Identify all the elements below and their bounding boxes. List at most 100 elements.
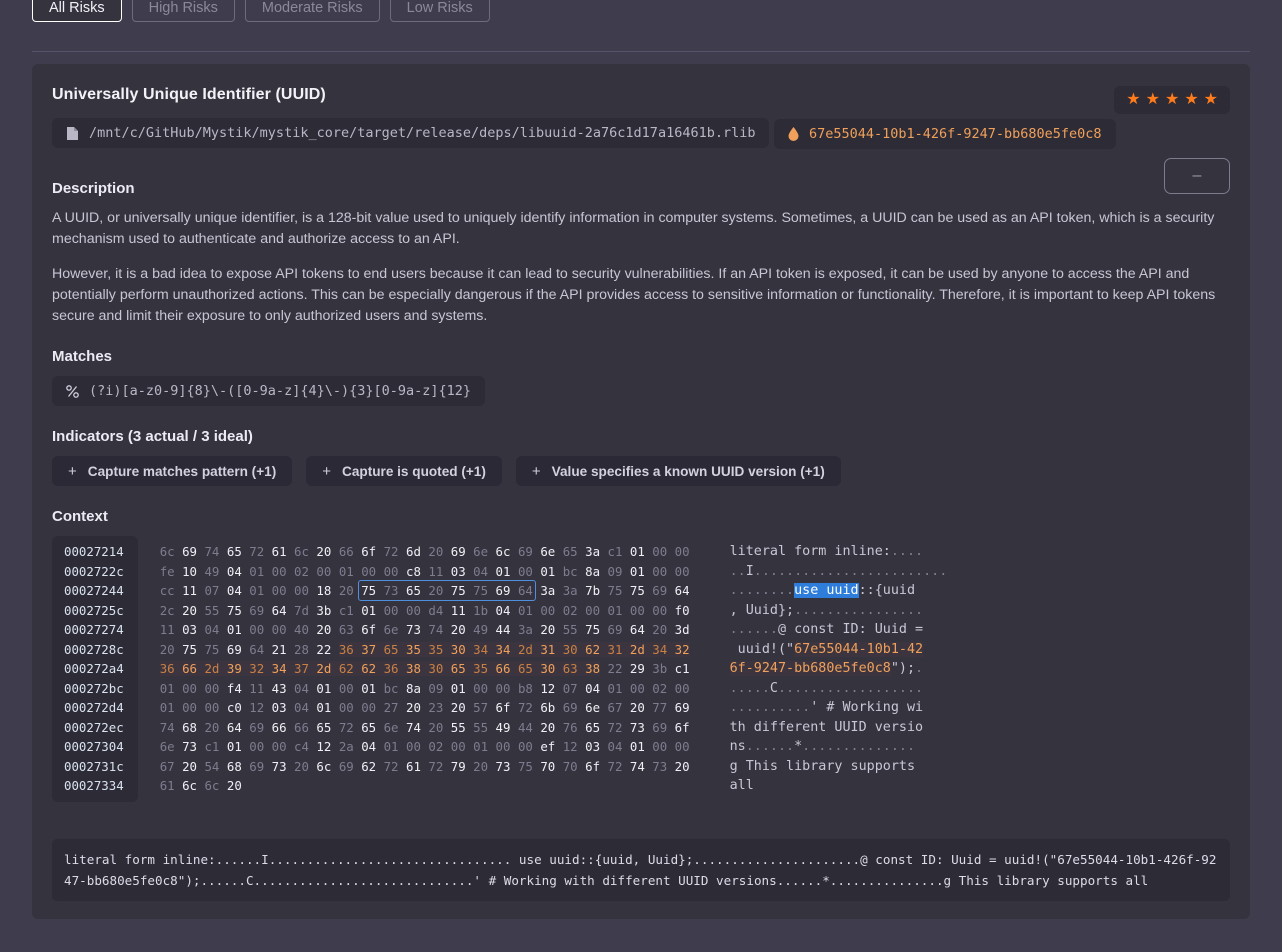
hex-byte: 72 <box>383 544 399 560</box>
hex-gap <box>510 641 518 657</box>
hex-gap <box>175 700 182 715</box>
hex-row: 11 03 04 01 00 00 40 20 63 6f 6e 73 74 2… <box>160 620 690 640</box>
hex-byte: bc <box>383 680 399 696</box>
hex-gap <box>219 622 226 637</box>
file-path-pill[interactable]: /mnt/c/GitHub/Mystik/mystik_core/target/… <box>52 118 770 148</box>
hex-gap <box>600 739 607 754</box>
hex-byte: 55 <box>562 622 578 638</box>
hex-byte: 65 <box>361 719 377 735</box>
hex-byte: 20 <box>540 622 556 638</box>
hex-byte: 62 <box>361 661 377 677</box>
hex-gap <box>578 739 585 754</box>
hex-byte: 00 <box>674 680 690 696</box>
hex-byte: 01 <box>159 680 175 696</box>
hex-byte: 01 <box>316 700 332 716</box>
hex-gap <box>555 622 562 637</box>
hex-gap <box>399 564 406 579</box>
hex-byte: 3d <box>674 622 690 638</box>
ascii-segment: @ const ID: Uuid = <box>777 622 924 638</box>
hex-gap <box>622 739 629 754</box>
hex-gap <box>287 720 294 735</box>
secret-value-pill[interactable]: 67e55044-10b1-426f-9247-bb680e5fe0c8 <box>773 118 1116 149</box>
minimize-button[interactable]: – <box>1164 158 1230 194</box>
hex-gap <box>488 661 496 677</box>
hex-byte: 69 <box>517 544 533 560</box>
hex-gap <box>264 739 271 754</box>
ascii-row: th different UUID versio <box>730 718 965 738</box>
hex-byte: 49 <box>495 719 511 735</box>
hex-gap <box>577 641 586 657</box>
hex-gap <box>331 759 338 774</box>
hex-gap <box>376 622 383 637</box>
hex-gap <box>264 759 271 774</box>
hex-byte: 63 <box>562 661 578 677</box>
hex-byte: 70 <box>540 758 556 774</box>
hex-byte: 21 <box>271 641 287 657</box>
hex-byte: 00 <box>338 700 354 716</box>
indicator-chip[interactable]: + Capture matches pattern (+1) <box>52 456 293 487</box>
hex-gap <box>555 739 562 754</box>
hex-gap <box>175 778 182 793</box>
hex-gap <box>555 641 563 657</box>
hex-gap <box>331 544 338 559</box>
hex-gap <box>331 661 339 677</box>
hex-byte: 6c <box>204 778 220 794</box>
hex-byte: 75 <box>361 583 377 599</box>
hex-byte: cc <box>159 583 175 599</box>
hex-byte: f0 <box>674 602 690 618</box>
hex-byte: 65 <box>316 719 332 735</box>
hex-gap <box>443 622 450 637</box>
hex-byte: 2d <box>517 641 533 657</box>
hex-byte: d4 <box>428 602 444 618</box>
severity-rating: ★ ★ ★ ★ ★ <box>1114 86 1230 114</box>
hex-byte: 43 <box>271 680 287 696</box>
file-icon <box>66 126 79 141</box>
hex-byte: 55 <box>204 602 220 618</box>
hex-gap <box>399 583 406 598</box>
hex-byte: 20 <box>629 700 645 716</box>
hex-gap <box>622 700 629 715</box>
ascii-segment: ...... <box>745 739 795 755</box>
hex-byte: 00 <box>517 739 533 755</box>
hex-byte: 69 <box>226 641 242 657</box>
hex-byte: 38 <box>405 661 421 677</box>
hex-byte: 44 <box>517 719 533 735</box>
hex-gap <box>667 661 674 676</box>
hex-gap <box>399 759 406 774</box>
indicator-chip-list: + Capture matches pattern (+1) + Capture is… <box>52 456 1230 487</box>
hex-byte: 02 <box>652 680 668 696</box>
hex-byte: 00 <box>182 700 197 716</box>
hex-byte: 04 <box>294 680 309 696</box>
hex-offset: 00027244 <box>64 583 124 599</box>
hex-gap <box>510 603 517 618</box>
hex-gap <box>219 778 226 793</box>
hex-byte: 00 <box>316 563 332 579</box>
hex-byte: 01 <box>226 622 242 638</box>
hex-gap <box>399 622 406 637</box>
hex-byte: 62 <box>361 758 377 774</box>
hex-gap <box>376 641 384 657</box>
hex-byte: c1 <box>674 661 690 677</box>
hex-byte: 70 <box>562 758 578 774</box>
hex-byte: 35 <box>473 661 489 677</box>
finding-card: Universally Unique Identifier (UUID) ★ ★ ★… <box>32 64 1250 919</box>
hex-gap <box>287 603 294 618</box>
hex-offset: 000272d4 <box>64 700 124 716</box>
tab-low-risks[interactable]: Low Risks <box>389 0 490 22</box>
hex-gap <box>287 622 294 637</box>
hex-byte: c0 <box>226 700 242 716</box>
hex-gap <box>399 720 406 735</box>
hex-gap <box>443 583 450 598</box>
regex-pattern-pill[interactable]: (?i)[a-z0-9]{8}\-([0-9a-z]{4}\-){3}[0-9a… <box>52 376 486 407</box>
hex-row: 20 75 75 69 64 21 28 22 36 37 65 35 35 3… <box>160 640 690 660</box>
tab-moderate-risks[interactable]: Moderate Risks <box>244 0 380 22</box>
hex-gap <box>264 661 272 677</box>
tab-all-risks[interactable]: All Risks <box>32 0 122 22</box>
indicator-chip[interactable]: + Capture is quoted (+1) <box>306 456 502 487</box>
tab-high-risks[interactable]: High Risks <box>131 0 235 22</box>
hex-gap <box>175 739 182 754</box>
hex-gap <box>488 641 496 657</box>
indicator-chip[interactable]: + Value specifies a known UUID version (+… <box>515 456 841 487</box>
hex-gap <box>175 564 182 579</box>
hex-gap <box>555 583 562 598</box>
